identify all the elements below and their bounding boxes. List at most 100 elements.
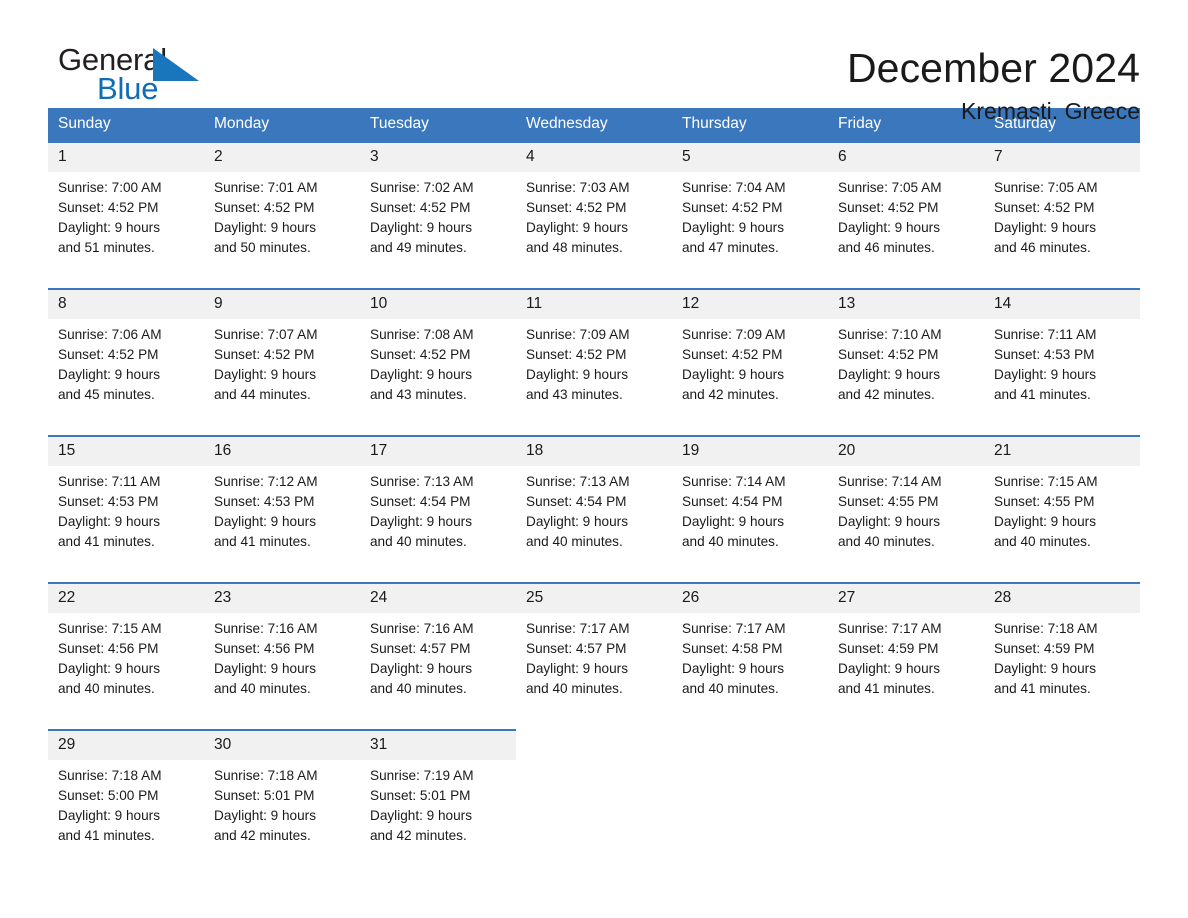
sunrise-text: Sunrise: 7:02 AM <box>370 180 474 195</box>
day-number[interactable]: 3 <box>360 141 516 172</box>
day-number[interactable]: 12 <box>672 288 828 319</box>
day-cell[interactable]: Sunrise: 7:13 AM Sunset: 4:54 PM Dayligh… <box>360 466 516 572</box>
daylight-text-cont: and 40 minutes. <box>994 534 1091 549</box>
day-cell[interactable]: Sunrise: 7:03 AM Sunset: 4:52 PM Dayligh… <box>516 172 672 278</box>
week-3-daynumbers: 15 16 17 18 19 20 21 <box>48 435 1140 466</box>
day-number[interactable]: 22 <box>48 582 204 613</box>
day-number[interactable]: 8 <box>48 288 204 319</box>
day-number[interactable]: 31 <box>360 729 516 760</box>
day-cell[interactable]: Sunrise: 7:14 AM Sunset: 4:55 PM Dayligh… <box>828 466 984 572</box>
day-number[interactable]: 6 <box>828 141 984 172</box>
day-number[interactable]: 13 <box>828 288 984 319</box>
day-number[interactable]: 18 <box>516 435 672 466</box>
day-cell[interactable]: Sunrise: 7:09 AM Sunset: 4:52 PM Dayligh… <box>672 319 828 425</box>
daylight-text-cont: and 50 minutes. <box>214 240 311 255</box>
sunrise-text: Sunrise: 7:15 AM <box>58 621 162 636</box>
sunset-text: Sunset: 4:53 PM <box>58 494 159 509</box>
day-number[interactable]: 15 <box>48 435 204 466</box>
day-cell[interactable]: Sunrise: 7:11 AM Sunset: 4:53 PM Dayligh… <box>48 466 204 572</box>
day-cell[interactable]: Sunrise: 7:07 AM Sunset: 4:52 PM Dayligh… <box>204 319 360 425</box>
sunset-text: Sunset: 4:54 PM <box>526 494 627 509</box>
day-number[interactable]: 21 <box>984 435 1140 466</box>
day-number[interactable]: 19 <box>672 435 828 466</box>
sunrise-text: Sunrise: 7:17 AM <box>838 621 942 636</box>
day-number[interactable]: 24 <box>360 582 516 613</box>
day-number[interactable]: 10 <box>360 288 516 319</box>
day-cell[interactable]: Sunrise: 7:04 AM Sunset: 4:52 PM Dayligh… <box>672 172 828 278</box>
day-number[interactable]: 17 <box>360 435 516 466</box>
daylight-text: Daylight: 9 hours <box>838 514 941 529</box>
day-cell[interactable]: Sunrise: 7:15 AM Sunset: 4:55 PM Dayligh… <box>984 466 1140 572</box>
day-cell[interactable]: Sunrise: 7:17 AM Sunset: 4:58 PM Dayligh… <box>672 613 828 719</box>
week-5-daynumbers: 29 30 31 <box>48 729 1140 760</box>
day-number[interactable]: 7 <box>984 141 1140 172</box>
day-number[interactable]: 30 <box>204 729 360 760</box>
day-cell[interactable]: Sunrise: 7:01 AM Sunset: 4:52 PM Dayligh… <box>204 172 360 278</box>
day-number[interactable]: 14 <box>984 288 1140 319</box>
day-cell[interactable]: Sunrise: 7:05 AM Sunset: 4:52 PM Dayligh… <box>828 172 984 278</box>
sunset-text: Sunset: 4:55 PM <box>994 494 1095 509</box>
daylight-text-cont: and 41 minutes. <box>994 681 1091 696</box>
general-blue-logo[interactable]: General Blue <box>48 44 218 110</box>
sunset-text: Sunset: 4:56 PM <box>58 641 159 656</box>
daylight-text: Daylight: 9 hours <box>994 514 1097 529</box>
day-number[interactable]: 4 <box>516 141 672 172</box>
day-number[interactable]: 9 <box>204 288 360 319</box>
daylight-text-cont: and 42 minutes. <box>214 828 311 843</box>
day-cell[interactable]: Sunrise: 7:14 AM Sunset: 4:54 PM Dayligh… <box>672 466 828 572</box>
week-1-details: Sunrise: 7:00 AM Sunset: 4:52 PM Dayligh… <box>48 172 1140 278</box>
day-cell[interactable]: Sunrise: 7:19 AM Sunset: 5:01 PM Dayligh… <box>360 760 516 866</box>
day-cell[interactable]: Sunrise: 7:00 AM Sunset: 4:52 PM Dayligh… <box>48 172 204 278</box>
sunrise-text: Sunrise: 7:05 AM <box>838 180 942 195</box>
sunrise-text: Sunrise: 7:04 AM <box>682 180 786 195</box>
day-cell[interactable]: Sunrise: 7:10 AM Sunset: 4:52 PM Dayligh… <box>828 319 984 425</box>
day-number[interactable]: 20 <box>828 435 984 466</box>
sunrise-text: Sunrise: 7:18 AM <box>58 768 162 783</box>
day-number[interactable]: 5 <box>672 141 828 172</box>
sunrise-text: Sunrise: 7:12 AM <box>214 474 318 489</box>
daylight-text-cont: and 41 minutes. <box>994 387 1091 402</box>
day-cell[interactable]: Sunrise: 7:16 AM Sunset: 4:57 PM Dayligh… <box>360 613 516 719</box>
day-cell[interactable]: Sunrise: 7:11 AM Sunset: 4:53 PM Dayligh… <box>984 319 1140 425</box>
day-cell[interactable]: Sunrise: 7:05 AM Sunset: 4:52 PM Dayligh… <box>984 172 1140 278</box>
day-cell[interactable]: Sunrise: 7:18 AM Sunset: 4:59 PM Dayligh… <box>984 613 1140 719</box>
day-cell[interactable]: Sunrise: 7:18 AM Sunset: 5:01 PM Dayligh… <box>204 760 360 866</box>
day-cell-empty <box>828 729 984 760</box>
day-cell[interactable]: Sunrise: 7:17 AM Sunset: 4:57 PM Dayligh… <box>516 613 672 719</box>
daylight-text: Daylight: 9 hours <box>214 661 317 676</box>
day-number[interactable]: 29 <box>48 729 204 760</box>
day-number[interactable]: 27 <box>828 582 984 613</box>
daylight-text: Daylight: 9 hours <box>370 808 473 823</box>
day-cell[interactable]: Sunrise: 7:17 AM Sunset: 4:59 PM Dayligh… <box>828 613 984 719</box>
day-cell[interactable]: Sunrise: 7:13 AM Sunset: 4:54 PM Dayligh… <box>516 466 672 572</box>
sunset-text: Sunset: 5:01 PM <box>370 788 471 803</box>
day-cell[interactable]: Sunrise: 7:15 AM Sunset: 4:56 PM Dayligh… <box>48 613 204 719</box>
day-cell[interactable]: Sunrise: 7:16 AM Sunset: 4:56 PM Dayligh… <box>204 613 360 719</box>
day-cell[interactable]: Sunrise: 7:12 AM Sunset: 4:53 PM Dayligh… <box>204 466 360 572</box>
day-number[interactable]: 23 <box>204 582 360 613</box>
day-cell-empty <box>828 760 984 866</box>
daylight-text-cont: and 40 minutes. <box>682 681 779 696</box>
day-cell[interactable]: Sunrise: 7:02 AM Sunset: 4:52 PM Dayligh… <box>360 172 516 278</box>
day-number[interactable]: 26 <box>672 582 828 613</box>
daylight-text: Daylight: 9 hours <box>370 367 473 382</box>
page-header: General Blue December 2024 Kremasti, Gre… <box>48 0 1140 124</box>
day-number[interactable]: 11 <box>516 288 672 319</box>
day-cell-empty <box>984 729 1140 760</box>
daylight-text-cont: and 49 minutes. <box>370 240 467 255</box>
sunrise-text: Sunrise: 7:14 AM <box>838 474 942 489</box>
sunrise-sunset-calendar: Sunday Monday Tuesday Wednesday Thursday… <box>48 108 1140 866</box>
day-cell[interactable]: Sunrise: 7:06 AM Sunset: 4:52 PM Dayligh… <box>48 319 204 425</box>
day-number[interactable]: 28 <box>984 582 1140 613</box>
sunrise-text: Sunrise: 7:13 AM <box>370 474 474 489</box>
day-number[interactable]: 1 <box>48 141 204 172</box>
day-cell[interactable]: Sunrise: 7:18 AM Sunset: 5:00 PM Dayligh… <box>48 760 204 866</box>
daylight-text-cont: and 41 minutes. <box>838 681 935 696</box>
day-cell[interactable]: Sunrise: 7:08 AM Sunset: 4:52 PM Dayligh… <box>360 319 516 425</box>
sunrise-text: Sunrise: 7:19 AM <box>370 768 474 783</box>
day-number[interactable]: 2 <box>204 141 360 172</box>
day-number[interactable]: 25 <box>516 582 672 613</box>
day-number[interactable]: 16 <box>204 435 360 466</box>
daylight-text-cont: and 40 minutes. <box>58 681 155 696</box>
day-cell[interactable]: Sunrise: 7:09 AM Sunset: 4:52 PM Dayligh… <box>516 319 672 425</box>
